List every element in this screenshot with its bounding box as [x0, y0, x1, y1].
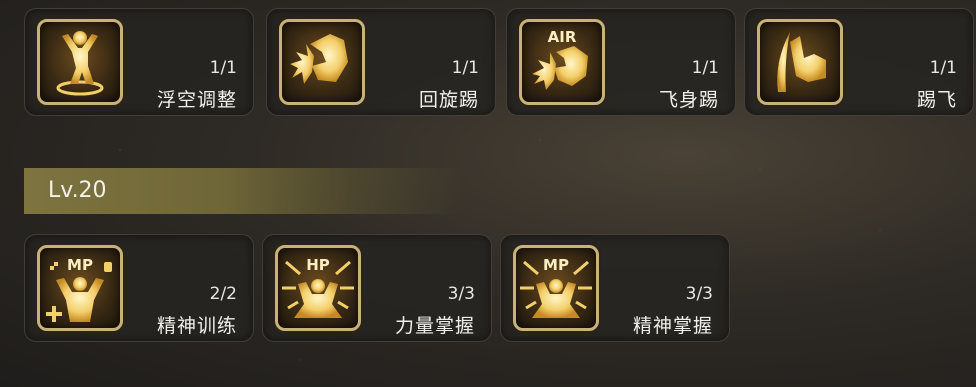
skill-name: 精神掌握 — [632, 315, 713, 337]
hp-icon-text: HP — [306, 256, 330, 274]
skill-name: 飞身踢 — [658, 89, 719, 111]
hp-mastery-icon: HP — [275, 245, 361, 331]
skill-name: 精神训练 — [156, 315, 237, 337]
skill-card-mp-training[interactable]: MP 2/2 精神训练 — [24, 234, 254, 342]
level-header-bar: Lv.20 — [24, 168, 464, 214]
mp-training-icon: MP — [37, 245, 123, 331]
skill-count: 1/1 — [209, 58, 237, 78]
skill-count: 1/1 — [691, 58, 719, 78]
skill-count: 3/3 — [447, 284, 475, 304]
skill-name: 浮空调整 — [156, 89, 237, 111]
skill-count: 2/2 — [209, 284, 237, 304]
skill-card-hp-mastery[interactable]: HP 3/3 力量掌握 — [262, 234, 492, 342]
skill-count: 3/3 — [685, 284, 713, 304]
skill-card-air-kick[interactable]: AIR 1/1 飞身踢 — [506, 8, 736, 116]
level-label: Lv.20 — [48, 178, 107, 203]
skill-card-mp-mastery[interactable]: MP 3/3 精神掌握 — [500, 234, 730, 342]
spin-kick-icon — [279, 19, 365, 105]
skill-name: 踢飞 — [916, 89, 957, 111]
skill-card-launch-kick[interactable]: 1/1 踢飞 — [744, 8, 974, 116]
floating-figure-icon — [37, 19, 123, 105]
skill-name: 力量掌握 — [394, 315, 475, 337]
skill-count: 1/1 — [929, 58, 957, 78]
skill-card-spin-kick[interactable]: 1/1 回旋踢 — [266, 8, 496, 116]
air-icon-text: AIR — [548, 28, 577, 46]
skill-name: 回旋踢 — [418, 89, 479, 111]
air-kick-icon: AIR — [519, 19, 605, 105]
launch-kick-icon — [757, 19, 843, 105]
skill-count: 1/1 — [451, 58, 479, 78]
mp-icon-text: MP — [543, 256, 569, 274]
mp-icon-text: MP — [67, 256, 93, 274]
mp-mastery-icon: MP — [513, 245, 599, 331]
skill-card-floating-adjust[interactable]: 1/1 浮空调整 — [24, 8, 254, 116]
